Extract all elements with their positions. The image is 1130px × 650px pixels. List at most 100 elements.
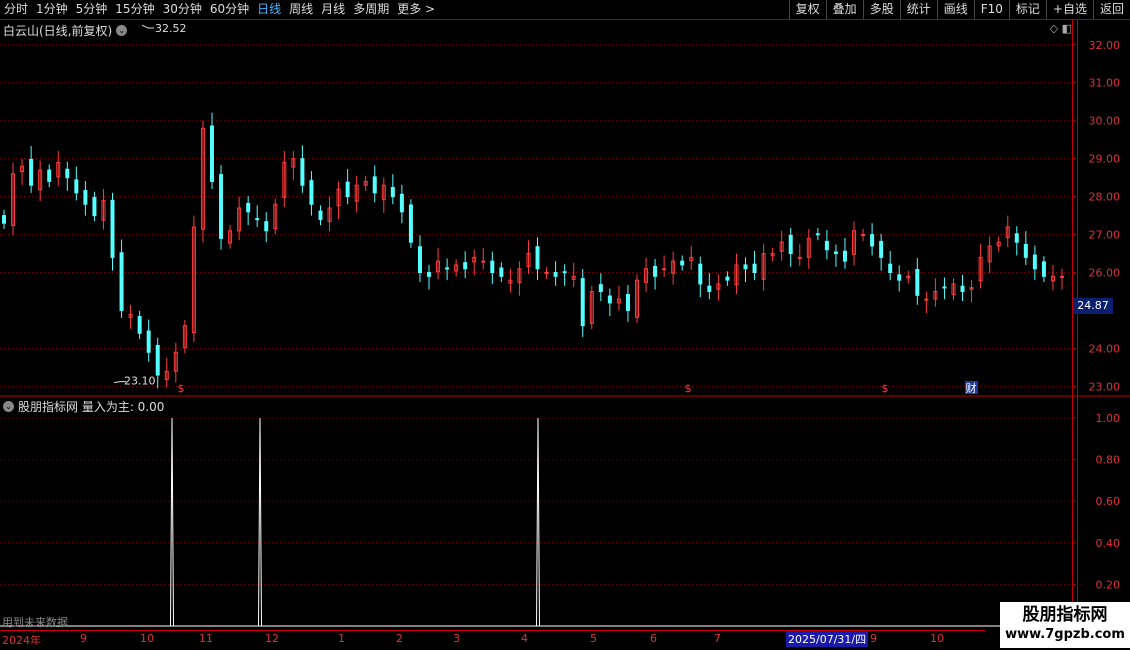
- y-tick-label: 26.00: [1089, 267, 1121, 280]
- panel-icon[interactable]: ◧: [1062, 22, 1072, 35]
- dividend-marker: $: [685, 382, 692, 395]
- date-label: 9: [870, 632, 877, 645]
- candle-body: [653, 265, 658, 277]
- date-label: 12: [265, 632, 279, 645]
- y-tick-label: 29.00: [1089, 153, 1121, 166]
- indicator-title[interactable]: ⌄ 股朋指标网 量入为主: 0.00: [3, 398, 164, 415]
- signal-spike: [536, 417, 540, 627]
- candle-body: [861, 234, 866, 237]
- diamond-icon[interactable]: ◇: [1050, 22, 1058, 35]
- date-label: 9: [80, 632, 87, 645]
- chart-tool-icons[interactable]: ◇ ◧: [1050, 22, 1072, 35]
- candle-body: [408, 204, 413, 243]
- candle-body: [725, 276, 730, 281]
- candle-body: [318, 210, 323, 220]
- candle-body: [47, 169, 52, 182]
- candle-body: [463, 262, 468, 270]
- candle-body: [788, 234, 793, 255]
- current-price-tag: 24.87: [1073, 298, 1113, 314]
- candle-body: [146, 330, 151, 353]
- candle-body: [680, 260, 685, 266]
- candle-body: [942, 286, 947, 289]
- signal-spike: [258, 417, 262, 627]
- candle-body: [399, 193, 404, 213]
- candle-body: [74, 179, 79, 194]
- candle-body: [445, 267, 450, 270]
- low-label: 23.10: [124, 375, 156, 388]
- candle-body: [797, 256, 802, 259]
- candle-body: [562, 271, 567, 274]
- candle-body: [544, 272, 549, 275]
- watermark-url: www.7gpzb.com: [1005, 627, 1125, 642]
- candle-body: [879, 240, 884, 258]
- candle-body: [960, 285, 965, 293]
- candle-body: [824, 240, 829, 251]
- candle-body: [1032, 254, 1037, 270]
- y-tick-label: 31.00: [1089, 77, 1121, 90]
- chart-title-text: 白云山(日线,前复权): [3, 24, 113, 38]
- indicator-tick-label: 0.20: [1096, 578, 1121, 591]
- candle-body: [1023, 243, 1028, 258]
- candle-body: [833, 251, 838, 255]
- candle-body: [427, 272, 432, 277]
- y-tick-label: 28.00: [1089, 191, 1121, 204]
- date-label: 1: [338, 632, 345, 645]
- candle-body: [2, 215, 6, 224]
- candle-body: [309, 180, 314, 205]
- candle-body: [264, 221, 269, 232]
- candle-body: [246, 202, 251, 213]
- date-label: 10: [140, 632, 154, 645]
- candle-body: [707, 285, 712, 293]
- signal-spike: [170, 417, 174, 627]
- candle-body: [607, 295, 612, 304]
- candle-body: [1014, 233, 1019, 243]
- chevron-down-icon[interactable]: ⌄: [116, 25, 128, 36]
- candle-body: [481, 260, 486, 263]
- indicator-tick-label: 0.60: [1096, 495, 1121, 508]
- indicator-tick-label: 1.00: [1096, 412, 1121, 425]
- candle-body: [743, 264, 748, 270]
- watermark: 股朋指标网 www.7gpzb.com: [1000, 602, 1130, 648]
- finance-marker: 财: [966, 381, 977, 395]
- candle-body: [897, 274, 902, 281]
- candle-body: [915, 268, 920, 296]
- y-tick-label: 23.00: [1089, 380, 1121, 393]
- date-label: 10: [930, 632, 944, 645]
- candle-body: [29, 158, 34, 186]
- candle-body: [888, 263, 893, 274]
- candle-body: [752, 263, 757, 274]
- candle-body: [553, 272, 558, 277]
- dividend-marker: $: [178, 382, 185, 395]
- candle-body: [155, 344, 160, 376]
- date-label: 5: [590, 632, 597, 645]
- date-label: 3: [453, 632, 460, 645]
- candle-body: [870, 234, 875, 247]
- date-label: 6: [650, 632, 657, 645]
- chevron-down-icon[interactable]: ⌄: [3, 401, 14, 412]
- candle-body: [219, 174, 224, 239]
- candle-body: [490, 260, 495, 274]
- date-label: 11: [199, 632, 213, 645]
- candle-body: [92, 196, 97, 217]
- candle-body: [598, 284, 603, 293]
- high-label: 32.52: [155, 22, 187, 35]
- date-badge: 2025/07/31/四: [786, 631, 869, 647]
- dividend-marker: $: [882, 382, 889, 395]
- candle-body: [65, 168, 70, 179]
- indicator-title-text: 股朋指标网 量入为主: 0.00: [18, 400, 165, 414]
- date-label: 2: [396, 632, 403, 645]
- candle-body: [119, 252, 124, 311]
- candle-body: [698, 263, 703, 285]
- candle-body: [842, 250, 847, 262]
- candle-body: [815, 233, 820, 236]
- candle-body: [499, 267, 504, 277]
- main-chart-title[interactable]: 白云山(日线,前复权) ⌄: [3, 22, 128, 39]
- y-tick-label: 27.00: [1089, 229, 1121, 242]
- candle-body: [255, 218, 260, 221]
- candle-body: [390, 187, 395, 198]
- date-label: 7: [714, 632, 721, 645]
- candle-body: [662, 268, 667, 271]
- candle-body: [1060, 275, 1064, 278]
- date-label: 2024年: [2, 634, 41, 647]
- indicator-tick-label: 0.40: [1096, 537, 1121, 550]
